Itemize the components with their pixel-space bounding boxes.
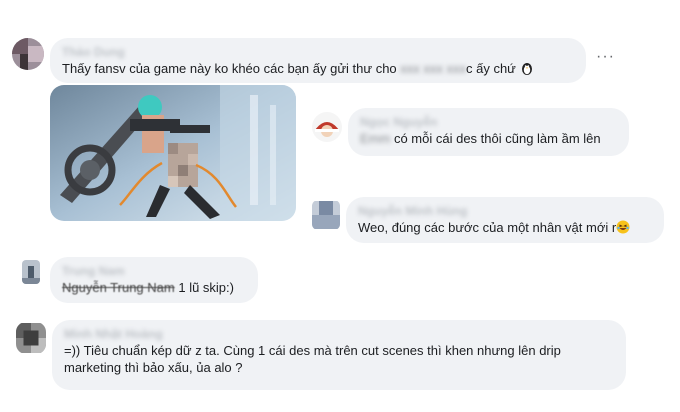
- comment-bubble: Ngọc Nguyễn Emm có mỗi cái des thôi cũng…: [348, 108, 629, 156]
- commenter-name[interactable]: Thảo Dung: [62, 45, 574, 60]
- comment-bubble: Minh Nhật Hoàng =)) Tiêu chuẩn kép dữ z …: [52, 320, 626, 390]
- comment-text: Nguyễn Trung Nam 1 lũ skip:): [62, 280, 234, 295]
- comment-text: Weo, đúng các bước của một nhân vật mới …: [358, 219, 652, 238]
- comment-bubble: Trung Nam Nguyễn Trung Nam 1 lũ skip:): [50, 257, 258, 303]
- avatar[interactable]: [312, 200, 340, 230]
- more-options-icon[interactable]: ···: [596, 49, 615, 65]
- penguin-emoji-icon: [520, 61, 534, 79]
- comment-image[interactable]: [50, 85, 296, 221]
- avatar[interactable]: [312, 112, 342, 142]
- redacted-text: xxx xxx xxx: [400, 61, 466, 76]
- redacted-text: Emm: [360, 131, 391, 146]
- comment-bubble: Thảo Dung Thấy fansv của game này ko khé…: [50, 38, 586, 83]
- comment-text: Thấy fansv của game này ko khéo các bạn …: [62, 60, 574, 79]
- comment-text: =)) Tiêu chuẩn kép dữ z ta. Cùng 1 cái d…: [64, 343, 561, 375]
- mention-link[interactable]: Nguyễn Trung Nam: [62, 280, 175, 295]
- avatar[interactable]: [16, 322, 46, 354]
- commenter-name[interactable]: Trung Nam: [62, 264, 246, 279]
- laughing-emoji-icon: [616, 220, 630, 238]
- avatar[interactable]: [22, 260, 40, 284]
- commenter-name[interactable]: Minh Nhật Hoàng: [64, 327, 614, 342]
- commenter-name[interactable]: Ngọc Nguyễn: [360, 115, 617, 130]
- commenter-name[interactable]: Nguyễn Minh Hùng: [358, 204, 652, 219]
- comment-bubble: Nguyễn Minh Hùng Weo, đúng các bước của …: [346, 197, 664, 243]
- avatar[interactable]: [12, 38, 44, 70]
- comment-text: Emm có mỗi cái des thôi cũng làm ầm lên: [360, 131, 601, 146]
